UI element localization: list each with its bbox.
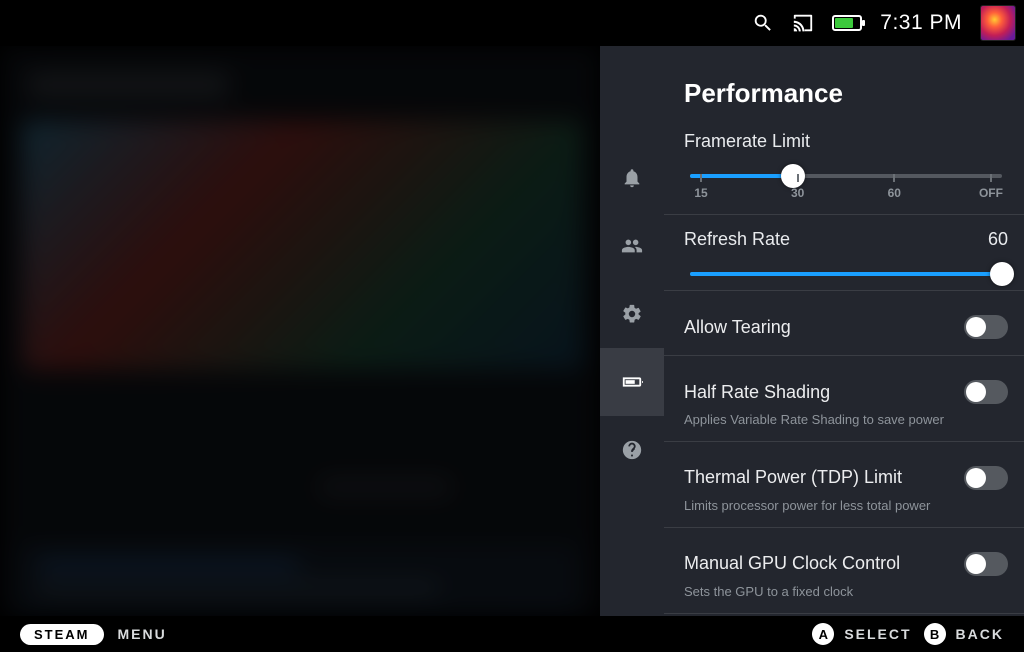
framerate-limit-slider[interactable] [690, 174, 1002, 178]
gpu-clock-subtext: Sets the GPU to a fixed clock [684, 584, 1008, 601]
setting-gpu-clock: Manual GPU Clock Control Sets the GPU to… [684, 542, 1008, 601]
refresh-rate-slider[interactable] [690, 272, 1002, 276]
allow-tearing-toggle[interactable] [964, 315, 1008, 339]
tab-help[interactable] [600, 416, 664, 484]
tdp-limit-label: Thermal Power (TDP) Limit [684, 467, 902, 488]
battery-icon [832, 15, 862, 31]
dim-overlay [0, 46, 600, 616]
steam-button[interactable]: STEAM [20, 624, 104, 645]
quick-access-body: Performance Framerate Limit 15 30 60 OFF… [664, 46, 1024, 616]
select-hint: A SELECT [812, 623, 911, 645]
setting-refresh-rate: Refresh Rate 60 [684, 229, 1008, 276]
refresh-rate-label: Refresh Rate [684, 229, 790, 250]
gpu-clock-label: Manual GPU Clock Control [684, 553, 900, 574]
back-label: BACK [956, 626, 1004, 642]
cast-icon[interactable] [792, 12, 814, 34]
quick-access-panel: Performance Framerate Limit 15 30 60 OFF… [600, 46, 1024, 616]
tab-friends[interactable] [600, 212, 664, 280]
select-label: SELECT [844, 626, 911, 642]
framerate-limit-label: Framerate Limit [684, 131, 810, 152]
avatar[interactable] [980, 5, 1016, 41]
clock-text: 7:31 PM [880, 11, 962, 35]
setting-tdp-limit: Thermal Power (TDP) Limit Limits process… [684, 456, 1008, 515]
footer-bar: STEAM MENU A SELECT B BACK [0, 616, 1024, 652]
panel-title: Performance [684, 78, 1008, 109]
top-status-bar: 7:31 PM [0, 0, 1024, 46]
framerate-tick-labels: 15 30 60 OFF [684, 186, 1008, 200]
setting-allow-tearing: Allow Tearing [684, 305, 1008, 343]
a-button-icon: A [812, 623, 834, 645]
setting-half-rate-shading: Half Rate Shading Applies Variable Rate … [684, 370, 1008, 429]
half-rate-shading-toggle[interactable] [964, 380, 1008, 404]
tab-performance[interactable] [600, 348, 664, 416]
refresh-rate-value: 60 [988, 229, 1008, 250]
half-rate-shading-label: Half Rate Shading [684, 382, 830, 403]
allow-tearing-label: Allow Tearing [684, 317, 791, 338]
setting-framerate-limit: Framerate Limit 15 30 60 OFF [684, 131, 1008, 200]
back-hint: B BACK [924, 623, 1004, 645]
half-rate-shading-subtext: Applies Variable Rate Shading to save po… [684, 412, 1008, 429]
search-icon[interactable] [752, 12, 774, 34]
menu-label: MENU [118, 626, 167, 642]
b-button-icon: B [924, 623, 946, 645]
tdp-limit-toggle[interactable] [964, 466, 1008, 490]
tdp-limit-subtext: Limits processor power for less total po… [684, 498, 1008, 515]
gpu-clock-toggle[interactable] [964, 552, 1008, 576]
tab-notifications[interactable] [600, 144, 664, 212]
tab-settings[interactable] [600, 280, 664, 348]
quick-access-tabs [600, 46, 664, 616]
